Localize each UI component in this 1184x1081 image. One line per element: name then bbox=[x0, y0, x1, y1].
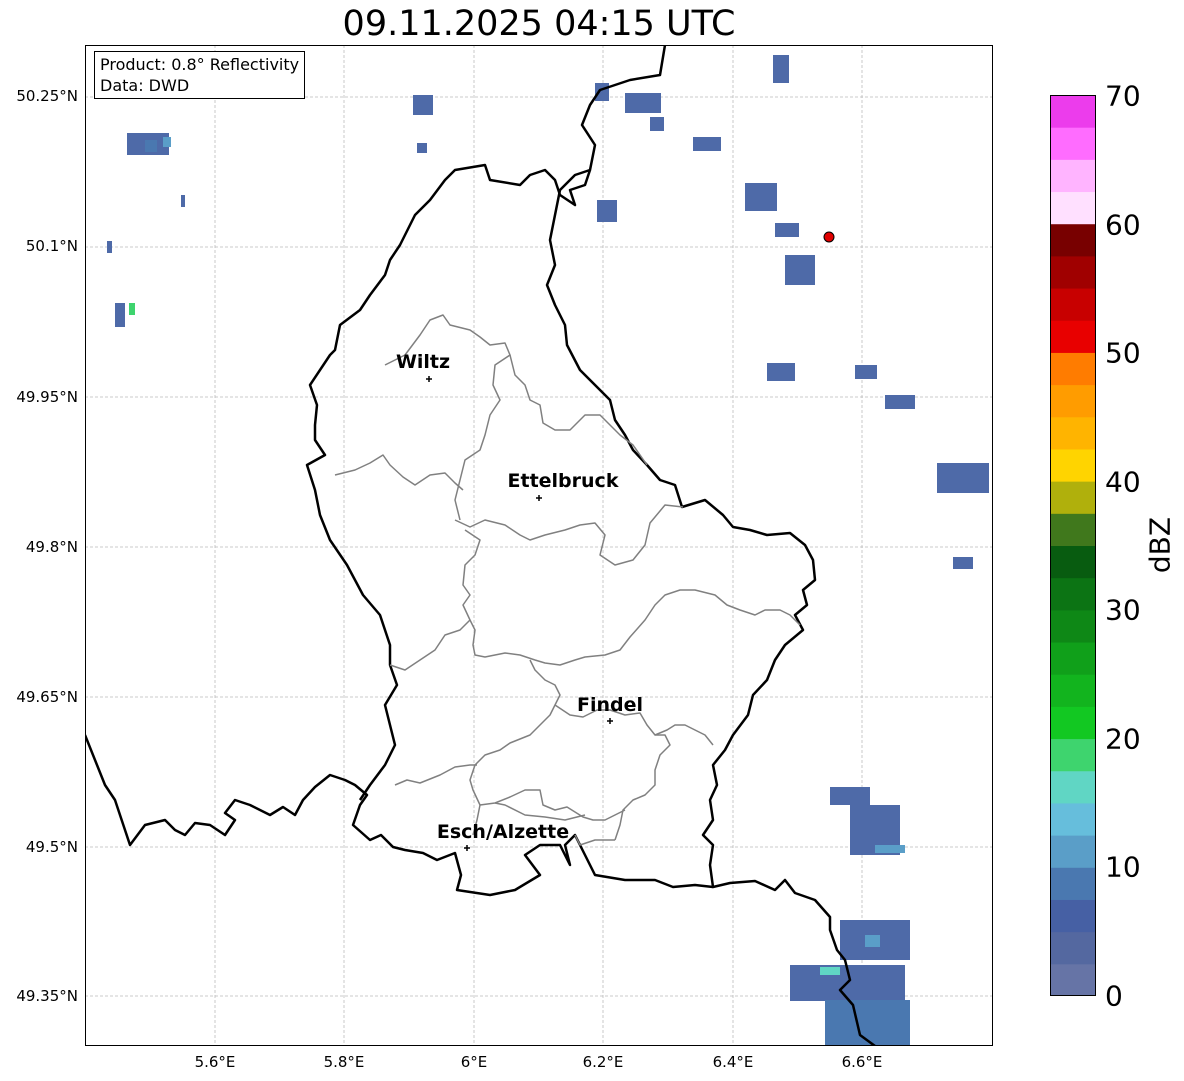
radar-map[interactable]: Wiltz Ettelbruck Findel Esch/Alzette bbox=[85, 45, 993, 1046]
colorbar-segment bbox=[1050, 481, 1096, 514]
colorbar-segment bbox=[1050, 288, 1096, 321]
lat-tick-label: 49.35°N bbox=[16, 987, 78, 1005]
data-source-text: Data: DWD bbox=[100, 76, 190, 95]
colorbar-segment bbox=[1050, 835, 1096, 868]
lon-tick-label: 6.6°E bbox=[841, 1053, 883, 1071]
colorbar-segment bbox=[1050, 448, 1096, 482]
lon-tick-label: 5.8°E bbox=[323, 1053, 365, 1071]
dbz-colorbar bbox=[1050, 95, 1096, 996]
colorbar-tick-label: 10 bbox=[1105, 850, 1141, 884]
city-label-esch-alzette: Esch/Alzette bbox=[437, 821, 569, 843]
city-label-ettelbruck: Ettelbruck bbox=[508, 470, 619, 492]
colorbar-segment bbox=[1050, 513, 1096, 546]
colorbar-segment bbox=[1050, 867, 1096, 900]
colorbar-tick-label: 60 bbox=[1105, 208, 1141, 242]
colorbar-segment bbox=[1050, 416, 1096, 450]
product-info-box: Product: 0.8° Reflectivity Data: DWD bbox=[94, 51, 306, 99]
colorbar-segment bbox=[1050, 674, 1096, 707]
colorbar-segment bbox=[1050, 255, 1096, 289]
colorbar-tick-label: 0 bbox=[1105, 979, 1123, 1013]
lon-tick-label: 5.6°E bbox=[194, 1053, 236, 1071]
colorbar-segment bbox=[1050, 802, 1096, 836]
lat-tick-label: 49.95°N bbox=[16, 388, 78, 406]
lat-tick-label: 49.5°N bbox=[25, 838, 78, 856]
colorbar-segment bbox=[1050, 352, 1096, 386]
colorbar-segment bbox=[1050, 159, 1096, 193]
city-label-wiltz: Wiltz bbox=[396, 351, 450, 373]
colorbar-segment bbox=[1050, 577, 1096, 611]
colorbar-tick-label: 30 bbox=[1105, 593, 1141, 627]
product-text: Product: 0.8° Reflectivity bbox=[100, 55, 300, 74]
radar-site-marker[interactable] bbox=[823, 231, 835, 243]
lat-tick-label: 50.25°N bbox=[16, 87, 78, 105]
lat-tick-label: 50.1°N bbox=[25, 237, 78, 255]
colorbar-segment bbox=[1050, 706, 1096, 740]
colorbar-segment bbox=[1050, 95, 1096, 128]
colorbar-segment bbox=[1050, 609, 1096, 643]
colorbar-tick-label: 50 bbox=[1105, 336, 1141, 370]
colorbar-segment bbox=[1050, 320, 1096, 353]
colorbar-segment bbox=[1050, 770, 1096, 804]
colorbar-segment bbox=[1050, 545, 1096, 579]
colorbar-segment bbox=[1050, 223, 1096, 257]
lat-tick-label: 49.8°N bbox=[25, 538, 78, 556]
map-frame-border bbox=[85, 45, 993, 1046]
colorbar-segment bbox=[1050, 384, 1096, 418]
map-title: 09.11.2025 04:15 UTC bbox=[342, 4, 736, 44]
colorbar-segment bbox=[1050, 642, 1096, 675]
city-label-findel: Findel bbox=[577, 694, 643, 716]
colorbar-tick-label: 20 bbox=[1105, 722, 1141, 756]
colorbar-segment bbox=[1050, 738, 1096, 772]
lon-tick-label: 6.4°E bbox=[712, 1053, 754, 1071]
colorbar-title: dBZ bbox=[1143, 516, 1177, 574]
colorbar-segment bbox=[1050, 931, 1096, 965]
colorbar-segment bbox=[1050, 127, 1096, 160]
colorbar-segment bbox=[1050, 899, 1096, 933]
lon-tick-label: 6.2°E bbox=[582, 1053, 624, 1071]
lat-tick-label: 49.65°N bbox=[16, 688, 78, 706]
city-markers bbox=[426, 376, 613, 851]
radar-echoes bbox=[107, 55, 989, 1045]
lon-tick-label: 6°E bbox=[460, 1053, 488, 1071]
graticule bbox=[85, 45, 993, 1046]
colorbar-tick-label: 70 bbox=[1105, 79, 1141, 113]
colorbar-segment bbox=[1050, 191, 1096, 225]
colorbar-tick-label: 40 bbox=[1105, 465, 1141, 499]
colorbar-segment bbox=[1050, 963, 1096, 996]
canton-borders bbox=[334, 314, 801, 846]
